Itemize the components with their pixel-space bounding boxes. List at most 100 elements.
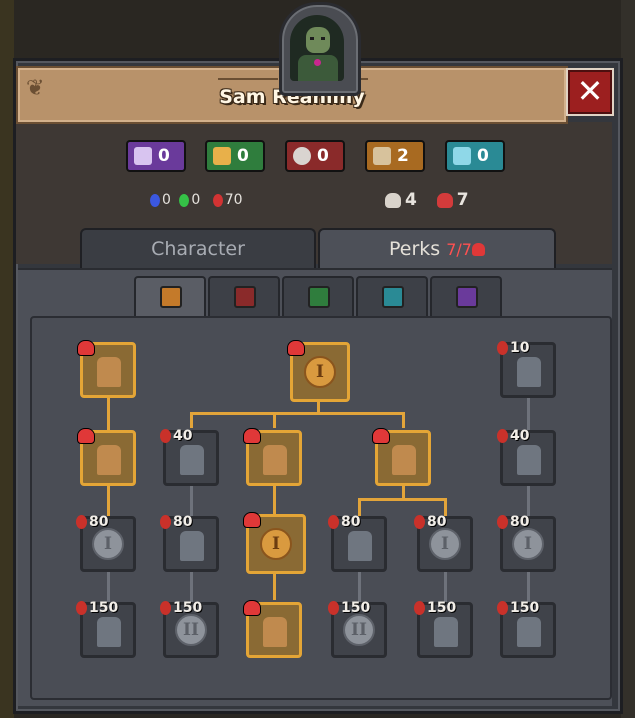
resource-value: 0 [477, 146, 489, 166]
villager-icon [180, 445, 204, 475]
tree-connector [358, 498, 446, 501]
villager-icon [97, 445, 121, 475]
resource-green: 0 [205, 140, 265, 172]
tree-connector [107, 572, 110, 602]
green-gem-count: 0 [191, 192, 201, 208]
owned-skull-icon [243, 512, 261, 528]
perk-cost: 150 [328, 600, 370, 616]
villager-icon [348, 531, 372, 561]
perk-cost: 10 [497, 340, 529, 356]
blue-gem-icon [150, 193, 160, 207]
gear-icon [234, 286, 256, 308]
owned-skull-icon [243, 600, 261, 616]
perk-cost: 80 [76, 514, 108, 530]
perk-coin: II [175, 614, 207, 646]
perk-cost: 40 [160, 428, 192, 444]
perk-cost: 40 [497, 428, 529, 444]
background-edge-right [621, 0, 635, 718]
red-gem-icon [414, 601, 425, 615]
book-icon [453, 147, 471, 165]
category-tab-hammer[interactable] [134, 276, 206, 316]
red-skull-icon [471, 243, 485, 256]
tree-connector [190, 412, 404, 415]
red-gem-icon [497, 341, 508, 355]
tab-perks-label: Perks [389, 238, 441, 260]
red-gem-icon [212, 193, 223, 207]
perk-cost: 80 [328, 514, 360, 530]
resource-value: 0 [237, 146, 249, 166]
perk-cost: 80 [414, 514, 446, 530]
perk-cost: 150 [497, 600, 539, 616]
hammer-icon [160, 286, 182, 308]
perks-count: 7/7 [446, 240, 472, 259]
villager-icon [97, 617, 121, 647]
red-skull-icon [436, 192, 453, 208]
tab-character[interactable]: Character [80, 228, 316, 268]
green-gem-icon [179, 193, 190, 207]
red-gem-icon [328, 515, 339, 529]
resource-value: 2 [397, 146, 409, 166]
banner-line-left [218, 78, 278, 80]
close-button[interactable]: ✕ [566, 68, 614, 116]
animal-icon [517, 357, 541, 387]
owned-skull-icon [77, 428, 95, 444]
tree-connector [527, 486, 530, 516]
red-gem-icon [497, 429, 508, 443]
skull-icon [456, 286, 478, 308]
tree-connector [527, 398, 530, 430]
red-gem-icon [76, 515, 87, 529]
category-tab-bread[interactable] [282, 276, 354, 316]
villager-icon [97, 357, 121, 387]
resource-value: 0 [158, 146, 170, 166]
resource-red: 0 [285, 140, 345, 172]
owned-skull-icon [77, 340, 95, 356]
villager-icon [392, 445, 416, 475]
category-tab-gear[interactable] [208, 276, 280, 316]
perk-coin: I [92, 528, 124, 560]
tab-character-label: Character [151, 238, 245, 260]
red-gem-icon [414, 515, 425, 529]
hammer-icon [373, 147, 391, 165]
tree-connector [444, 572, 447, 602]
owned-skull-icon [287, 340, 305, 356]
red-gem-icon [160, 429, 171, 443]
tree-connector [358, 572, 361, 602]
villager-icon [263, 445, 287, 475]
red-gem-icon [160, 601, 171, 615]
resource-purple: 0 [126, 140, 186, 172]
skull-counts: 4 7 [385, 190, 469, 210]
perk-coin: I [260, 528, 292, 560]
villager-icon [517, 617, 541, 647]
owned-skull-icon [372, 428, 390, 444]
perk-coin: II [343, 614, 375, 646]
tree-connector [190, 412, 193, 428]
resource-value: 0 [317, 146, 329, 166]
perk-cost: 80 [497, 514, 529, 530]
perk-cost: 150 [414, 600, 456, 616]
tree-connector [402, 412, 405, 428]
villager-icon [263, 617, 287, 647]
perk-cost: 150 [160, 600, 202, 616]
tree-connector [273, 486, 276, 516]
red-gem-count: 70 [224, 192, 243, 208]
bread-icon [308, 286, 330, 308]
perk-coin: I [512, 528, 544, 560]
red-gem-icon [160, 515, 171, 529]
red-skull-count: 7 [456, 190, 469, 210]
bread-icon [213, 147, 231, 165]
tree-connector [107, 398, 110, 430]
perk-coin: I [304, 356, 336, 388]
blue-gem-count: 0 [162, 192, 171, 208]
gear-icon [293, 147, 311, 165]
white-skull-count: 4 [405, 190, 417, 210]
gem-counts: 0 0 70 [150, 192, 247, 212]
category-tab-book[interactable] [356, 276, 428, 316]
tree-connector [190, 486, 193, 516]
category-tab-skull[interactable] [430, 276, 502, 316]
tab-perks[interactable]: Perks 7/7 [318, 228, 556, 268]
tree-connector [273, 412, 276, 428]
villager-icon [434, 617, 458, 647]
red-gem-icon [76, 601, 87, 615]
white-skull-icon [385, 192, 401, 208]
background-edge-left [0, 0, 14, 718]
